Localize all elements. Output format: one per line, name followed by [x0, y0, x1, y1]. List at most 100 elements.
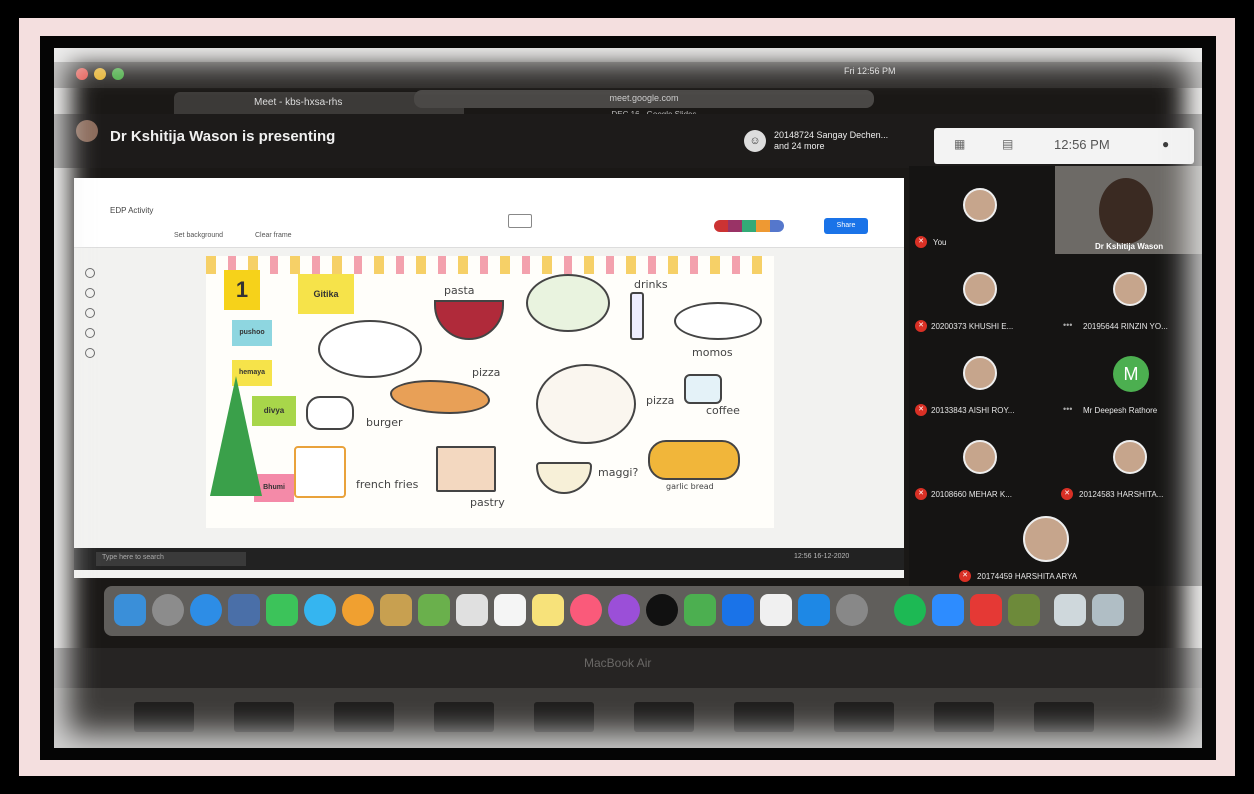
maggi-bowl-drawing [536, 462, 592, 494]
numbers-icon[interactable] [684, 594, 716, 626]
mail-icon[interactable] [970, 594, 1002, 626]
meet-clock: 12:56 PM [1054, 137, 1110, 152]
presenter-video-tile[interactable]: Dr Kshitija Wason [1055, 166, 1202, 254]
maximize-window-icon[interactable] [112, 68, 124, 80]
present-icon[interactable] [508, 214, 532, 228]
participants-icon[interactable]: ▦ [954, 137, 965, 151]
sticky-note-tool-icon[interactable] [85, 328, 95, 338]
avatar [1113, 440, 1147, 474]
sticky-pushoo: pushoo [232, 320, 272, 346]
participant-tile[interactable]: M ••• Mr Deepesh Rathore [1057, 346, 1202, 426]
podcasts-icon[interactable] [608, 594, 640, 626]
coffee-cup-drawing [684, 374, 722, 404]
presenter-avatar [76, 120, 98, 142]
more-options-icon[interactable]: ••• [1063, 320, 1072, 330]
people-icon[interactable]: ☺ [744, 130, 766, 152]
participant-name: You [933, 238, 947, 247]
label-momos: momos [692, 346, 733, 359]
launchpad-icon[interactable] [152, 594, 184, 626]
finder-icon[interactable] [114, 594, 146, 626]
keyboard-key [534, 702, 594, 732]
participant-tile[interactable]: ✕ 20200373 KHUSHI E... [909, 262, 1055, 342]
zoom-icon[interactable] [932, 594, 964, 626]
mic-off-icon: ✕ [915, 320, 927, 332]
trash-icon[interactable] [1092, 594, 1124, 626]
chat-icon[interactable]: ▤ [1002, 137, 1013, 151]
photos-app-icon[interactable] [228, 594, 260, 626]
close-window-icon[interactable] [76, 68, 88, 80]
avatar [1023, 516, 1069, 562]
calendar-icon[interactable] [494, 594, 526, 626]
contacts-icon[interactable] [456, 594, 488, 626]
facetime-icon[interactable] [266, 594, 298, 626]
notes-icon[interactable] [380, 594, 412, 626]
keynote-icon[interactable] [722, 594, 754, 626]
windows-taskbar: Type here to search 12:56 16-12-2020 [74, 548, 904, 570]
textedit-icon[interactable] [760, 594, 792, 626]
label-maggi: maggi? [598, 466, 639, 479]
participant-tile[interactable]: ••• 20195644 RINZIN YO... [1057, 262, 1202, 342]
eraser-tool-icon[interactable] [85, 308, 95, 318]
burrito-drawing [318, 320, 422, 378]
maps-icon[interactable] [418, 594, 450, 626]
fries-drawing [294, 446, 346, 498]
spotify-icon[interactable] [894, 594, 926, 626]
document-icon[interactable] [1054, 594, 1086, 626]
collaborator-avatars[interactable] [714, 220, 784, 232]
avatar [963, 272, 997, 306]
keyboard-key [334, 702, 394, 732]
christmas-tree-icon [210, 376, 262, 496]
participant-tile[interactable]: ✕ 20174459 HARSHITA ARYA [949, 516, 1149, 586]
participant-tile[interactable]: ✕ 20133843 AISHI ROY... [909, 346, 1055, 426]
mic-off-icon: ✕ [959, 570, 971, 582]
keyboard-key [1034, 702, 1094, 732]
label-pasta: pasta [444, 284, 475, 297]
avatar [963, 356, 997, 390]
windows-tray-clock: 12:56 16-12-2020 [794, 553, 850, 560]
shared-screen: EDP Activity Share Set background Clear … [74, 178, 904, 578]
keyboard-key [134, 702, 194, 732]
macbook-label: MacBook Air [584, 656, 652, 670]
participant-tile[interactable]: ✕ 20124583 HARSHITA... [1057, 432, 1202, 512]
sticky-gitika: Gitika [298, 274, 354, 314]
viewers-summary[interactable]: 20148724 Sangay Dechen... and 24 more [774, 130, 888, 152]
keyboard-key [234, 702, 294, 732]
keyboard-key [434, 702, 494, 732]
keyboard-key [734, 702, 794, 732]
photos-icon[interactable] [342, 594, 374, 626]
laptop-photo: Fri 12:56 PM Meet - kbs-hxsa-rhs meet.go… [54, 48, 1202, 748]
user-avatar-icon[interactable]: ● [1162, 137, 1169, 151]
avatar: M [1113, 356, 1149, 392]
pasta-drawing [434, 300, 504, 340]
more-options-icon[interactable]: ••• [1063, 404, 1072, 414]
meet-controls: ▦ ▤ 12:56 PM ● [934, 128, 1194, 164]
safari-icon[interactable] [190, 594, 222, 626]
share-button[interactable]: Share [824, 218, 868, 234]
avatar [1113, 272, 1147, 306]
clear-frame-button[interactable]: Clear frame [255, 232, 292, 239]
bunting-decoration [206, 256, 774, 274]
garlic-bread-drawing [648, 440, 740, 480]
music-icon[interactable] [570, 594, 602, 626]
marker-tool-icon[interactable] [85, 288, 95, 298]
messages-icon[interactable] [304, 594, 336, 626]
pizza-drawing [536, 364, 636, 444]
shape-tool-icon[interactable] [85, 348, 95, 358]
windows-search-input[interactable]: Type here to search [96, 552, 246, 566]
set-background-button[interactable]: Set background [174, 232, 223, 239]
pizza-slice-drawing [390, 380, 490, 414]
address-bar[interactable]: meet.google.com [414, 90, 874, 108]
mic-off-icon: ✕ [1061, 488, 1073, 500]
minimize-window-icon[interactable] [94, 68, 106, 80]
apple-tv-icon[interactable] [646, 594, 678, 626]
app-store-icon[interactable] [798, 594, 830, 626]
participant-tile[interactable]: ✕ You [909, 166, 1055, 256]
app-icon[interactable] [1008, 594, 1040, 626]
stickies-icon[interactable] [532, 594, 564, 626]
system-preferences-icon[interactable] [836, 594, 868, 626]
avatar [963, 188, 997, 222]
participant-tile[interactable]: ✕ 20108660 MEHAR K... [909, 432, 1055, 512]
pen-tool-icon[interactable] [85, 268, 95, 278]
momos-drawing [674, 302, 762, 340]
document-title[interactable]: EDP Activity [110, 206, 153, 215]
